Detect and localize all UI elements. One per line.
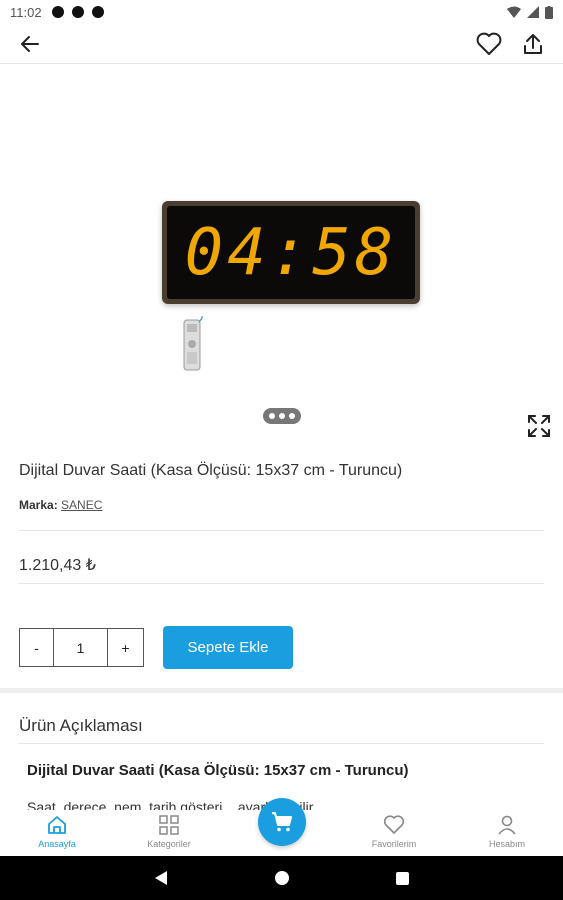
nav-label: Favorilerim (371, 839, 417, 849)
system-recents-button[interactable] (392, 868, 412, 888)
add-to-cart-button[interactable]: Sepete Ekle (163, 626, 293, 669)
grid-icon (159, 815, 179, 835)
notification-dot-icon (51, 6, 64, 18)
status-time: 11:02 (10, 4, 42, 20)
system-home-button[interactable] (272, 868, 292, 888)
home-icon (48, 816, 66, 834)
pager-dot (269, 413, 275, 419)
section-separator (0, 688, 563, 693)
cart-button[interactable] (258, 798, 306, 846)
share-button[interactable] (517, 28, 549, 60)
nav-label: Kategoriler (147, 839, 191, 849)
signal-icon (527, 6, 539, 18)
heart-icon (383, 815, 405, 834)
divider (19, 530, 544, 531)
status-bar: 11:02 (0, 0, 563, 24)
circle-home-icon (275, 871, 289, 885)
quantity-stepper: - 1 + (19, 628, 144, 667)
nav-item-home[interactable]: Anasayfa (17, 814, 97, 849)
favorite-button[interactable] (473, 28, 505, 60)
triangle-back-icon (155, 871, 167, 885)
system-back-button[interactable] (151, 868, 171, 888)
product-image: 04:58 (162, 201, 420, 304)
notification-dot-icon (71, 6, 84, 18)
app-bar (0, 24, 563, 64)
nav-label: Hesabım (488, 839, 525, 849)
product-detail-screen: 11:02 04:58 Dijital Duvar Saati (Kasa Öl… (0, 0, 563, 900)
divider (19, 583, 544, 584)
image-pager-indicator[interactable] (263, 408, 301, 424)
brand-link[interactable]: SANEC (61, 498, 102, 512)
expand-icon (528, 415, 550, 437)
divider (19, 743, 544, 744)
battery-icon (545, 5, 553, 19)
description-title: Dijital Duvar Saati (Kasa Ölçüsü: 15x37 … (27, 762, 409, 779)
back-button[interactable] (14, 28, 46, 60)
brand-label: Marka: (19, 498, 58, 512)
nav-item-favorites[interactable]: Favorilerim (354, 814, 434, 849)
description-heading: Ürün Açıklaması (19, 716, 143, 735)
product-title: Dijital Duvar Saati (Kasa Ölçüsü: 15x37 … (19, 462, 403, 479)
notification-dot-icon (91, 6, 104, 18)
product-price: 1.210,43 ₺ (19, 557, 96, 574)
quantity-value[interactable]: 1 (54, 629, 107, 666)
pager-dot (289, 413, 295, 419)
remote-control-icon (183, 316, 203, 371)
pager-dot (279, 413, 285, 419)
heart-icon (476, 32, 502, 55)
user-icon (498, 815, 516, 835)
nav-label: Anasayfa (38, 839, 76, 849)
quantity-decrease-button[interactable]: - (20, 629, 54, 666)
quantity-increase-button[interactable]: + (107, 629, 143, 666)
status-icons (507, 5, 553, 19)
fullscreen-button[interactable] (526, 413, 552, 439)
clock-display-digits: 04:58 (184, 215, 398, 290)
clock-display-face: 04:58 (167, 206, 415, 299)
arrow-left-icon (21, 36, 39, 52)
system-navigation-bar (0, 856, 563, 900)
share-icon (524, 34, 542, 54)
nav-item-account[interactable]: Hesabım (467, 814, 547, 849)
square-recents-icon (395, 871, 409, 885)
brand-row: Marka: SANEC (19, 498, 102, 512)
cart-icon (272, 812, 292, 832)
nav-item-categories[interactable]: Kategoriler (129, 814, 209, 849)
wifi-icon (507, 6, 521, 18)
